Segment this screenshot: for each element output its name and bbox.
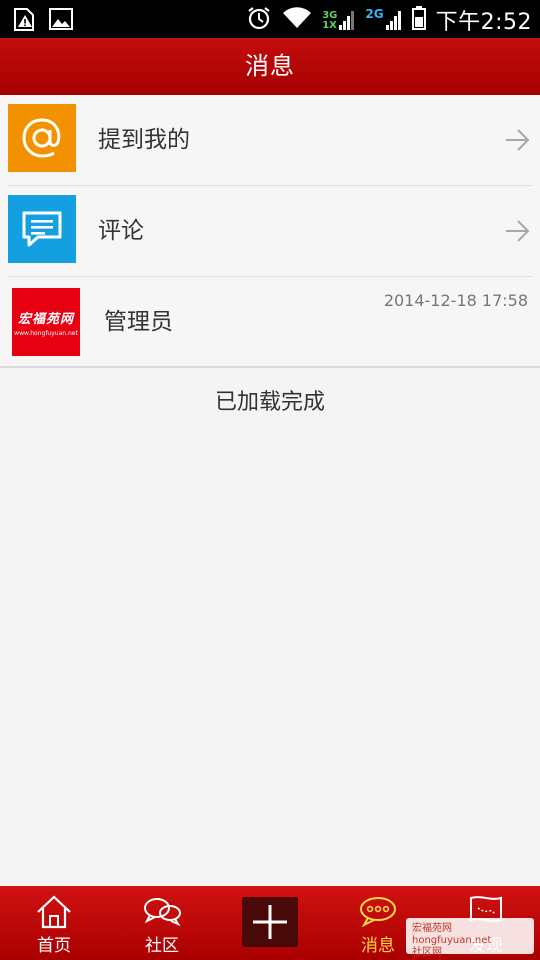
- list-item-admin[interactable]: 宏福苑网 www.hongfuyuan.net 管理员 2014-12-18 1…: [8, 277, 532, 367]
- list-item-comments[interactable]: 评论: [8, 186, 532, 277]
- screen: 3G 1X 2G 下午2:52 消息 提到我的 评论 宏福苑网 www.hong…: [0, 0, 540, 960]
- battery-icon: [411, 6, 426, 34]
- mentions-label: 提到我的: [98, 127, 190, 153]
- comment-icon: [8, 195, 76, 263]
- status-time: 下午2:52: [435, 10, 532, 35]
- admin-label: 管理员: [104, 309, 173, 335]
- network-1-indicator: 3G 1X: [322, 9, 355, 31]
- status-bar: 3G 1X 2G 下午2:52: [0, 0, 540, 38]
- site-watermark: 宏福苑网 hongfuyuan.net 社区网hongfuyuan.com.cn: [406, 918, 534, 960]
- home-icon: [37, 895, 71, 929]
- load-status-text: 已加载完成: [214, 390, 325, 415]
- message-list: 提到我的 评论 宏福苑网 www.hongfuyuan.net 管理员 2014…: [0, 95, 540, 367]
- signal-icon: [339, 11, 355, 30]
- logo-url: www.hongfuyuan.net: [14, 329, 78, 337]
- message-timestamp: 2014-12-18 17:58: [383, 291, 528, 310]
- network-2-indicator: 2G: [365, 7, 401, 31]
- hongfuyuan-logo: 宏福苑网 www.hongfuyuan.net: [12, 288, 80, 356]
- chevron-right-icon: [506, 220, 530, 242]
- signal-2-icon: [385, 11, 401, 30]
- list-item-mentions[interactable]: 提到我的: [8, 95, 532, 186]
- alarm-icon: [246, 5, 272, 35]
- tab-community[interactable]: 社区: [108, 886, 216, 960]
- tab-post[interactable]: [216, 886, 324, 960]
- community-bubbles-icon: [144, 898, 181, 927]
- tab-home-label: 首页: [37, 936, 71, 956]
- list-divider: [0, 366, 540, 368]
- post-button[interactable]: [242, 897, 298, 947]
- comments-label: 评论: [98, 218, 144, 244]
- tab-community-label: 社区: [145, 936, 179, 956]
- watermark-line-1: 宏福苑网 hongfuyuan.net: [412, 923, 492, 946]
- message-icon: [360, 897, 396, 928]
- chevron-right-icon: [506, 129, 530, 151]
- image-notification-icon: [48, 6, 74, 36]
- at-icon: [8, 104, 76, 172]
- status-right: 3G 1X 2G 下午2:52: [246, 4, 532, 36]
- title-bar: 消息: [0, 38, 540, 95]
- status-left: [12, 6, 74, 36]
- plus-icon: [253, 905, 287, 939]
- page-title: 消息: [245, 52, 295, 80]
- tab-home[interactable]: 首页: [0, 886, 108, 960]
- logo-text: 宏福苑网: [17, 311, 74, 327]
- watermark-line-2: 社区网hongfuyuan.com.cn: [412, 947, 511, 960]
- network-1-type-bottom: 1X: [322, 20, 337, 31]
- sim-card-alert-icon: [12, 6, 38, 36]
- network-2-type: 2G: [365, 7, 384, 21]
- wifi-icon: [282, 6, 312, 34]
